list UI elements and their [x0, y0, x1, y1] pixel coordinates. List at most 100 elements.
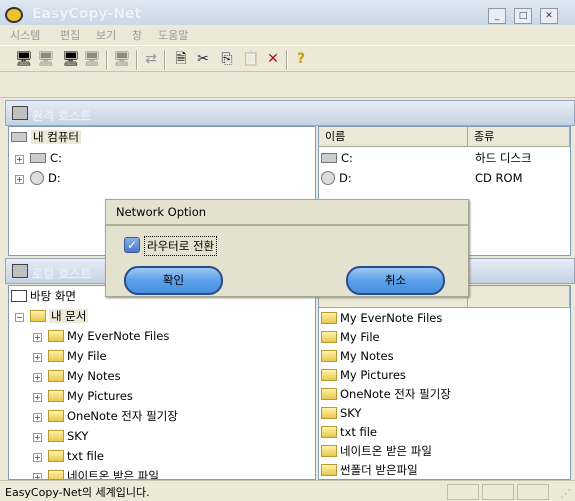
- connect-target-icon[interactable]: 🖥: [62, 50, 80, 68]
- minimize-button[interactable]: _: [488, 8, 506, 24]
- desktop-icon: [11, 290, 27, 302]
- folder-icon: [321, 445, 337, 457]
- separator: [164, 50, 166, 70]
- item-name: C:: [341, 151, 353, 165]
- expand-icon[interactable]: +: [33, 433, 42, 442]
- expand-icon[interactable]: +: [33, 413, 42, 422]
- expand-icon[interactable]: +: [33, 473, 42, 479]
- help-icon[interactable]: ?: [292, 50, 310, 68]
- item-name: D:: [339, 171, 352, 185]
- close-button[interactable]: ✕: [540, 8, 558, 24]
- list-item[interactable]: 썬폴더 받은파일: [321, 461, 418, 479]
- tree-label: My Pictures: [67, 389, 133, 403]
- computer-icon: [12, 264, 28, 278]
- menu-edit[interactable]: 편집: [60, 27, 80, 43]
- column-name[interactable]: 이름: [319, 127, 468, 147]
- window-title: EasyCopy-Net: [32, 6, 142, 22]
- expand-icon[interactable]: +: [33, 453, 42, 462]
- list-item[interactable]: D:: [321, 169, 352, 187]
- folder-icon: [48, 350, 64, 362]
- list-item[interactable]: My EverNote Files: [321, 309, 442, 327]
- menu-view[interactable]: 보기: [96, 27, 116, 43]
- list-item[interactable]: My Pictures: [321, 366, 406, 384]
- resize-grip[interactable]: ⋰: [560, 487, 571, 500]
- folder-icon: [48, 450, 64, 462]
- separator: [286, 50, 288, 70]
- tree-item-c[interactable]: + C:: [15, 149, 62, 167]
- tree-label: SKY: [67, 429, 89, 443]
- folder-icon: [321, 369, 337, 381]
- tree-label: 내 컴퓨터: [31, 130, 81, 144]
- list-item[interactable]: My File: [321, 328, 380, 346]
- copy-icon[interactable]: ⎘: [218, 50, 236, 68]
- dialog-title: Network Option: [106, 200, 468, 226]
- tree-item[interactable]: + SKY: [33, 427, 88, 445]
- tree-item-my-documents[interactable]: − 내 문서: [15, 307, 89, 325]
- expand-icon[interactable]: +: [33, 373, 42, 382]
- tree-item[interactable]: + 네이트온 받은 파일: [33, 467, 159, 480]
- expand-icon[interactable]: +: [33, 393, 42, 402]
- list-item[interactable]: My Notes: [321, 347, 394, 365]
- tree-label: My Notes: [67, 369, 121, 383]
- item-name: txt file: [340, 425, 377, 439]
- menu-window[interactable]: 창: [132, 27, 142, 43]
- menu-bar: 시스템 편집 보기 창 도움말: [0, 25, 575, 45]
- status-bar: EasyCopy-Net의 세계입니다. ⋰: [0, 480, 575, 501]
- maximize-button[interactable]: □: [514, 8, 532, 24]
- item-name: My File: [340, 330, 380, 344]
- cut-icon[interactable]: ✂: [194, 50, 212, 68]
- disconnect-host-icon[interactable]: 🖥: [37, 50, 55, 68]
- tree-item[interactable]: + My File: [33, 347, 107, 365]
- checkbox-label[interactable]: 라우터로 전환: [144, 236, 218, 256]
- computer-icon: [12, 106, 28, 120]
- item-name: SKY: [340, 406, 362, 420]
- tree-item-desktop[interactable]: 바탕 화면: [11, 287, 76, 305]
- tree-item[interactable]: + OneNote 전자 필기장: [33, 407, 178, 425]
- local-list[interactable]: My EverNote Files My File My Notes My Pictu…: [318, 285, 571, 480]
- folder-icon: [321, 426, 337, 438]
- expand-icon[interactable]: +: [33, 333, 42, 342]
- delete-icon[interactable]: ✕: [264, 50, 282, 68]
- tree-item-d[interactable]: + D:: [15, 169, 61, 187]
- expand-icon[interactable]: +: [15, 155, 24, 164]
- connect-host-icon[interactable]: 🖥: [15, 50, 33, 68]
- tree-item-my-computer[interactable]: 내 컴퓨터: [11, 128, 81, 146]
- list-item[interactable]: SKY: [321, 404, 361, 422]
- list-item[interactable]: 네이트온 받은 파일: [321, 442, 432, 460]
- item-name: OneNote 전자 필기장: [340, 387, 451, 401]
- transfer-icon[interactable]: ⇄: [142, 50, 160, 68]
- column-type[interactable]: 종류: [468, 127, 570, 147]
- menu-system[interactable]: 시스템: [10, 27, 40, 43]
- local-tree[interactable]: 바탕 화면 − 내 문서 + My EverNote Files + My File + M…: [8, 285, 316, 480]
- item-name: 네이트온 받은 파일: [340, 444, 432, 458]
- column-type[interactable]: [468, 286, 570, 308]
- paste-icon[interactable]: 📋: [242, 50, 260, 68]
- tree-label: 네이트온 받은 파일: [67, 469, 159, 480]
- collapse-icon[interactable]: −: [15, 313, 24, 322]
- folder-icon: [48, 390, 64, 402]
- expand-icon[interactable]: +: [15, 175, 24, 184]
- remote-host-header: 원격 호스트: [5, 100, 575, 126]
- folder-icon: [321, 312, 337, 324]
- app-icon: [5, 7, 23, 23]
- router-switch-checkbox[interactable]: ✓: [124, 237, 140, 253]
- list-item[interactable]: OneNote 전자 필기장: [321, 385, 451, 403]
- list-item[interactable]: C:: [321, 149, 353, 167]
- tree-item[interactable]: + My EverNote Files: [33, 327, 169, 345]
- tree-item[interactable]: + My Pictures: [33, 387, 133, 405]
- menu-help[interactable]: 도움말: [158, 27, 188, 43]
- tree-item[interactable]: + txt file: [33, 447, 104, 465]
- ok-button[interactable]: 확인: [124, 266, 223, 295]
- host-icon[interactable]: 🖥: [113, 50, 131, 68]
- list-item[interactable]: txt file: [321, 423, 377, 441]
- disconnect-target-icon[interactable]: 🖥: [83, 50, 101, 68]
- local-host-title: 로컬 호스트: [32, 267, 92, 281]
- tree-label: My File: [67, 349, 107, 363]
- item-type: CD ROM: [475, 171, 523, 185]
- expand-icon[interactable]: +: [33, 353, 42, 362]
- tree-label: OneNote 전자 필기장: [67, 409, 178, 423]
- refresh-icon[interactable]: 🗎: [172, 50, 190, 68]
- tree-item[interactable]: + My Notes: [33, 367, 121, 385]
- separator: [136, 50, 138, 70]
- cancel-button[interactable]: 취소: [346, 266, 445, 295]
